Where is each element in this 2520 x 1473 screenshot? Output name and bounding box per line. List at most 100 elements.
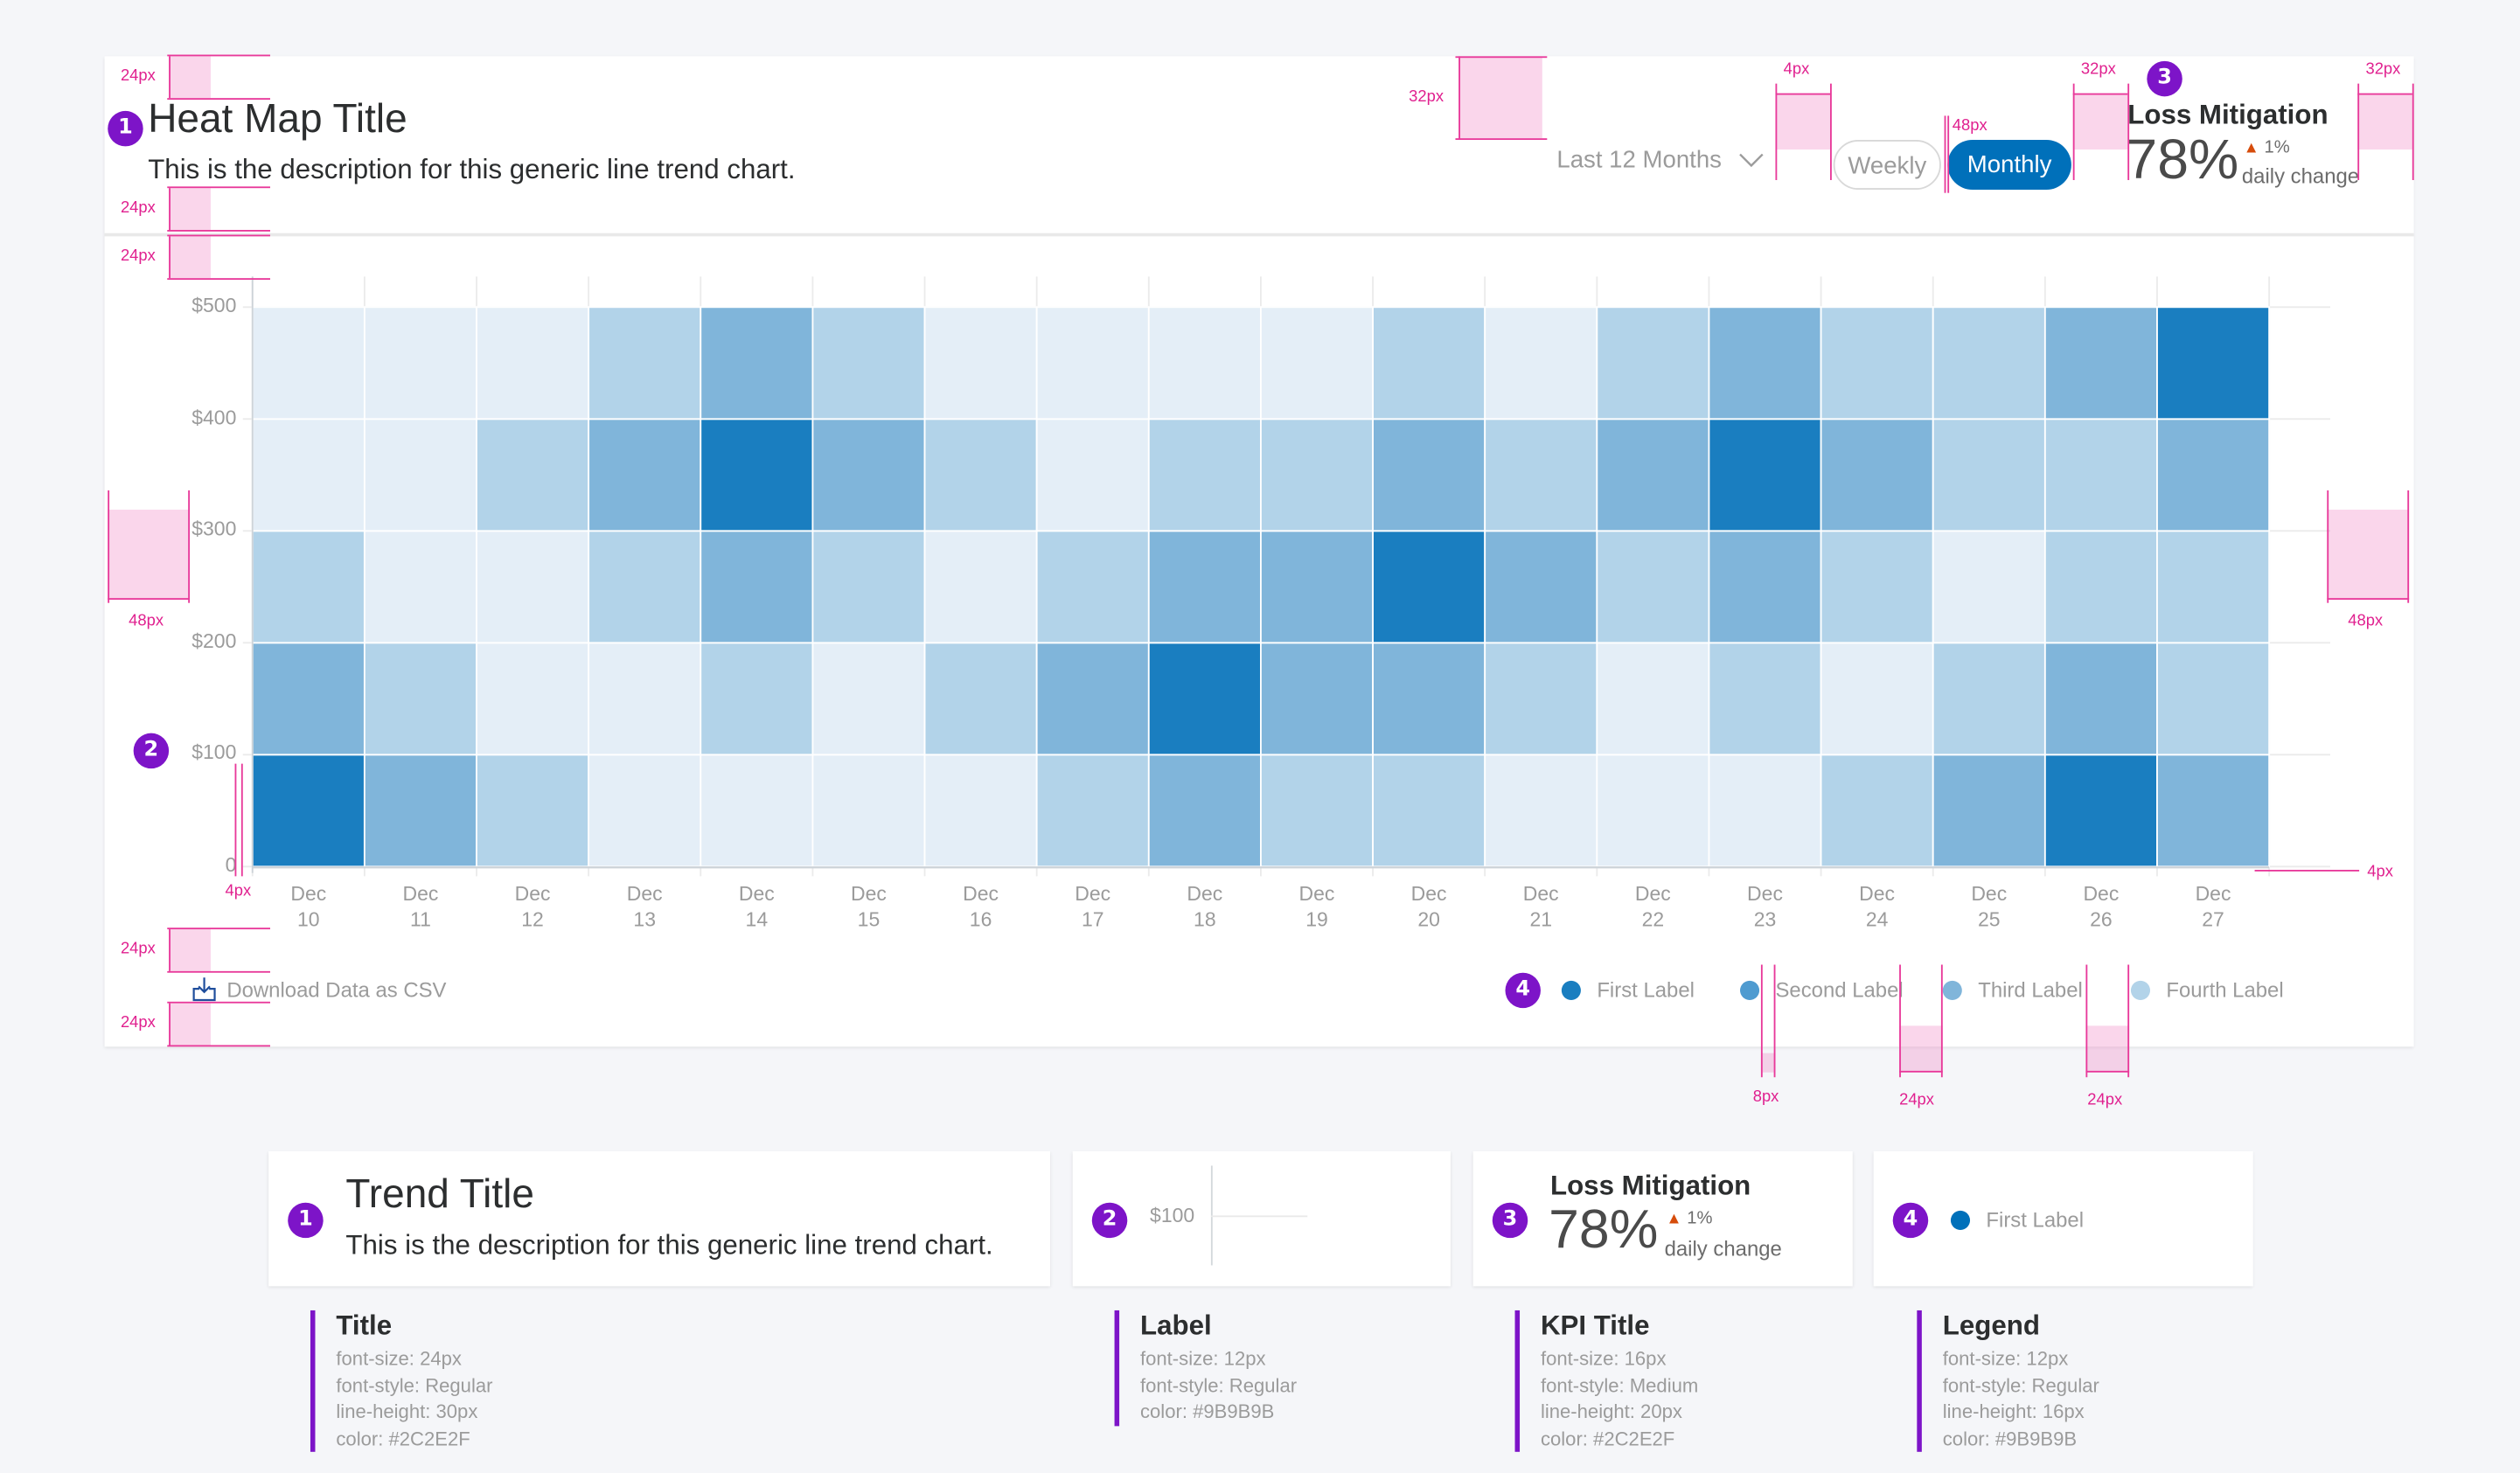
- heatmap-cell[interactable]: [476, 754, 590, 868]
- heatmap-cell[interactable]: [1372, 306, 1486, 420]
- heatmap-cell[interactable]: [251, 530, 365, 644]
- heatmap-cell[interactable]: [1820, 642, 1934, 756]
- heatmap-cell[interactable]: [700, 418, 814, 532]
- heatmap-cell[interactable]: [2156, 530, 2271, 644]
- heatmap-cell[interactable]: [923, 754, 1038, 868]
- heatmap-cell[interactable]: [1147, 306, 1262, 420]
- heatmap-cell[interactable]: [1035, 418, 1150, 532]
- heatmap-cell[interactable]: [1596, 642, 1710, 756]
- heatmap-cell[interactable]: [923, 642, 1038, 756]
- heatmap-cell[interactable]: [1035, 530, 1150, 644]
- spacing-annotation-line: [167, 278, 270, 281]
- heatmap-cell[interactable]: [1484, 530, 1598, 644]
- heatmap-cell[interactable]: [1596, 530, 1710, 644]
- x-tick-label: Dec 20: [1389, 881, 1469, 933]
- heatmap-cell[interactable]: [700, 754, 814, 868]
- heatmap-cell[interactable]: [1260, 306, 1374, 420]
- heatmap-cell[interactable]: [1708, 306, 1822, 420]
- heatmap-cell[interactable]: [923, 530, 1038, 644]
- heatmap-cell[interactable]: [1372, 418, 1486, 532]
- heatmap-cell[interactable]: [811, 418, 926, 532]
- heatmap-cell[interactable]: [1708, 642, 1822, 756]
- heatmap-cell[interactable]: [1484, 754, 1598, 868]
- legend-item[interactable]: First Label: [1561, 977, 1695, 1002]
- legend-item[interactable]: Third Label: [1942, 977, 2083, 1002]
- heatmap-cell[interactable]: [1147, 418, 1262, 532]
- heatmap-cell[interactable]: [2043, 642, 2158, 756]
- heatmap-cell[interactable]: [476, 418, 590, 532]
- heatmap-cell[interactable]: [251, 418, 365, 532]
- heatmap-cell[interactable]: [2156, 754, 2271, 868]
- legend-item[interactable]: Fourth Label: [2130, 977, 2284, 1002]
- heatmap-cell[interactable]: [363, 306, 477, 420]
- heatmap-cell[interactable]: [588, 530, 702, 644]
- heatmap-cell[interactable]: [811, 306, 926, 420]
- x-tick-day: 19: [1305, 908, 1328, 931]
- legend-item[interactable]: Second Label: [1740, 977, 1904, 1002]
- heatmap-cell[interactable]: [1035, 754, 1150, 868]
- spacing-annotation-box: [169, 1003, 211, 1046]
- heatmap-cell[interactable]: [923, 418, 1038, 532]
- heatmap-cell[interactable]: [1932, 754, 2046, 868]
- heatmap-cell[interactable]: [1035, 642, 1150, 756]
- heatmap-cell[interactable]: [363, 530, 477, 644]
- heatmap-cell[interactable]: [1260, 418, 1374, 532]
- heatmap-cell[interactable]: [2043, 306, 2158, 420]
- heatmap-cell[interactable]: [1484, 306, 1598, 420]
- heatmap-cell[interactable]: [1260, 642, 1374, 756]
- download-csv-link[interactable]: Download Data as CSV: [191, 976, 447, 1002]
- heatmap-cell[interactable]: [1932, 642, 2046, 756]
- heatmap-cell[interactable]: [1708, 754, 1822, 868]
- heatmap-cell[interactable]: [1596, 418, 1710, 532]
- heatmap-cell[interactable]: [1932, 530, 2046, 644]
- heatmap-cell[interactable]: [476, 306, 590, 420]
- heatmap-cell[interactable]: [1596, 306, 1710, 420]
- heatmap-cell[interactable]: [2043, 754, 2158, 868]
- heatmap-cell[interactable]: [251, 754, 365, 868]
- heatmap-cell[interactable]: [1372, 530, 1486, 644]
- heatmap-cell[interactable]: [1035, 306, 1150, 420]
- heatmap-cell[interactable]: [2043, 418, 2158, 532]
- heatmap-cell[interactable]: [588, 306, 702, 420]
- heatmap-cell[interactable]: [1484, 418, 1598, 532]
- heatmap-cell[interactable]: [700, 642, 814, 756]
- heatmap-cell[interactable]: [588, 642, 702, 756]
- heatmap-cell[interactable]: [1708, 530, 1822, 644]
- heatmap-cell[interactable]: [811, 754, 926, 868]
- heatmap-cell[interactable]: [811, 642, 926, 756]
- heatmap-cell[interactable]: [1820, 754, 1934, 868]
- heatmap-cell[interactable]: [251, 306, 365, 420]
- heatmap-cell[interactable]: [363, 642, 477, 756]
- heatmap-cell[interactable]: [588, 418, 702, 532]
- heatmap-cell[interactable]: [476, 530, 590, 644]
- heatmap-cell[interactable]: [363, 418, 477, 532]
- heatmap-cell[interactable]: [923, 306, 1038, 420]
- heatmap-cell[interactable]: [363, 754, 477, 868]
- heatmap-cell[interactable]: [2156, 306, 2271, 420]
- heatmap-cell[interactable]: [1932, 418, 2046, 532]
- heatmap-cell[interactable]: [1820, 530, 1934, 644]
- heatmap-cell[interactable]: [1932, 306, 2046, 420]
- heatmap-cell[interactable]: [2156, 642, 2271, 756]
- heatmap-cell[interactable]: [1484, 642, 1598, 756]
- heatmap-cell[interactable]: [588, 754, 702, 868]
- heatmap-cell[interactable]: [1147, 642, 1262, 756]
- heatmap-cell[interactable]: [1147, 530, 1262, 644]
- heatmap-cell[interactable]: [700, 306, 814, 420]
- heatmap-cell[interactable]: [251, 642, 365, 756]
- heatmap-cell[interactable]: [1820, 418, 1934, 532]
- heatmap-cell[interactable]: [700, 530, 814, 644]
- heatmap-cell[interactable]: [1260, 530, 1374, 644]
- heatmap-cell[interactable]: [1372, 754, 1486, 868]
- heatmap-cell[interactable]: [2156, 418, 2271, 532]
- heatmap-cell[interactable]: [1596, 754, 1710, 868]
- heatmap-cell[interactable]: [476, 642, 590, 756]
- heatmap-cell[interactable]: [1260, 754, 1374, 868]
- heatmap-cell[interactable]: [1708, 418, 1822, 532]
- heatmap-cell[interactable]: [1147, 754, 1262, 868]
- heatmap-cell[interactable]: [1372, 642, 1486, 756]
- heatmap-cell[interactable]: [1820, 306, 1934, 420]
- heatmap-cell[interactable]: [2043, 530, 2158, 644]
- heatmap-cell[interactable]: [811, 530, 926, 644]
- spacing-annotation-line: [2357, 93, 2412, 95]
